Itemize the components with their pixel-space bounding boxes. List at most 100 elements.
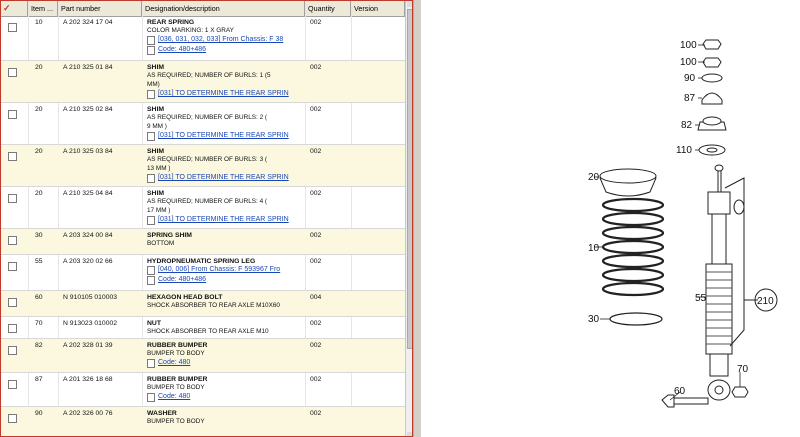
panel-splitter[interactable] <box>413 0 422 437</box>
row-checkbox[interactable] <box>8 262 17 271</box>
table-row[interactable]: 82 A 202 328 01 39 RUBBER BUMPER BUMPER TO … <box>1 339 405 373</box>
footnote-link[interactable]: Code: 480 <box>147 392 303 402</box>
callout-110[interactable]: 110 <box>676 145 692 156</box>
callout-100-b[interactable]: 100 <box>680 57 697 68</box>
row-checkbox[interactable] <box>8 23 17 32</box>
column-header-quantity[interactable]: Quantity <box>305 1 351 16</box>
row-checkbox[interactable] <box>8 414 17 423</box>
footnote-link[interactable]: Code: 480+486 <box>147 45 303 55</box>
table-row[interactable]: 20 A 210 325 04 84 SHIM AS REQUIRED; NUMBER… <box>1 187 405 229</box>
item-number: 70 <box>35 320 43 327</box>
footnote-link[interactable]: Code: 480 <box>147 358 303 368</box>
designation-title: HYDROPNEUMATIC SPRING LEG <box>147 258 256 265</box>
part-30-spring-shim <box>609 312 663 326</box>
footnote-link[interactable]: [031] TO DETERMINE THE REAR SPRIN <box>147 173 303 183</box>
footnote-link-text[interactable]: [040, 006] From Chassis: F 593967 Fro <box>158 265 280 275</box>
designation-detail: AS REQUIRED; NUMBER OF BURLS: 2 ( <box>147 114 268 121</box>
designation-cell: HYDROPNEUMATIC SPRING LEG [040, 006] From… <box>147 258 303 285</box>
designation-cell: REAR SPRING COLOR MARKING: 1 X GRAY [036, … <box>147 19 303 55</box>
table-row[interactable]: 20 A 210 325 01 84 SHIM AS REQUIRED; NUMBER… <box>1 61 405 103</box>
vertical-scrollbar[interactable] <box>405 1 412 436</box>
row-checkbox[interactable] <box>8 152 17 161</box>
designation-cell: HEXAGON HEAD BOLT SHOCK ABSORBER TO REAR … <box>147 294 303 310</box>
table-row[interactable]: 20 A 210 325 02 84 SHIM AS REQUIRED; NUMBER… <box>1 103 405 145</box>
column-header-check[interactable]: ✓ <box>1 1 28 16</box>
quantity-value: 002 <box>310 232 322 239</box>
designation-detail: 13 MM ) <box>147 165 171 172</box>
footnote-link-text[interactable]: [031] TO DETERMINE THE REAR SPRIN <box>158 215 289 225</box>
callout-210[interactable]: 210 <box>757 296 774 307</box>
callout-100-a[interactable]: 100 <box>680 40 697 51</box>
designation-cell: RUBBER BUMPER BUMPER TO BODY Code: 480 <box>147 342 303 368</box>
footnote-link-text[interactable]: Code: 480+486 <box>158 45 206 55</box>
designation-title: NUT <box>147 320 161 327</box>
column-header-designation[interactable]: Designation/description <box>142 1 305 16</box>
item-number: 87 <box>35 376 43 383</box>
designation-title: REAR SPRING <box>147 19 195 26</box>
callout-20[interactable]: 20 <box>588 172 600 183</box>
document-icon <box>147 275 155 285</box>
row-checkbox[interactable] <box>8 324 17 333</box>
footnote-link-text[interactable]: Code: 480 <box>158 392 190 402</box>
table-row[interactable]: 10 A 202 324 17 04 REAR SPRING COLOR MARKIN… <box>1 16 405 61</box>
row-checkbox[interactable] <box>8 110 17 119</box>
column-header-part-number[interactable]: Part number <box>58 1 142 16</box>
quantity-value: 002 <box>310 376 322 383</box>
footnote-link-text[interactable]: Code: 480 <box>158 358 190 368</box>
part-number: A 203 324 00 84 <box>63 232 113 239</box>
designation-title: SHIM <box>147 190 164 197</box>
quantity-value: 002 <box>310 410 322 417</box>
footnote-link[interactable]: [040, 006] From Chassis: F 593967 Fro <box>147 265 303 275</box>
designation-detail: BUMPER TO BODY <box>147 350 205 357</box>
callout-10[interactable]: 10 <box>588 243 600 254</box>
row-checkbox[interactable] <box>8 68 17 77</box>
callout-87[interactable]: 87 <box>684 93 696 104</box>
table-row[interactable]: 30 A 203 324 00 84 SPRING SHIM BOTTOM 002 <box>1 229 405 255</box>
callout-90[interactable]: 90 <box>684 73 696 84</box>
footnote-link[interactable]: [031] TO DETERMINE THE REAR SPRIN <box>147 89 303 99</box>
designation-detail: 9 MM ) <box>147 123 167 130</box>
footnote-link-text[interactable]: [031] TO DETERMINE THE REAR SPRIN <box>158 89 289 99</box>
designation-title: SHIM <box>147 64 164 71</box>
designation-cell: SPRING SHIM BOTTOM <box>147 232 303 248</box>
callout-60[interactable]: 60 <box>674 386 686 397</box>
row-checkbox[interactable] <box>8 346 17 355</box>
item-number: 20 <box>35 190 43 197</box>
parts-list-panel: ✓ Item ... Part number Designation/descr… <box>0 0 413 437</box>
table-row[interactable]: 20 A 210 325 03 84 SHIM AS REQUIRED; NUMBER… <box>1 145 405 187</box>
footnote-link-text[interactable]: Code: 480+486 <box>158 275 206 285</box>
callout-70[interactable]: 70 <box>737 364 749 375</box>
row-checkbox[interactable] <box>8 380 17 389</box>
item-number: 10 <box>35 19 43 26</box>
item-number: 30 <box>35 232 43 239</box>
callout-82[interactable]: 82 <box>681 120 693 131</box>
document-icon <box>147 265 155 275</box>
column-header-item[interactable]: Item ... <box>28 1 58 16</box>
table-row[interactable]: 60 N 910105 010003 HEXAGON HEAD BOLT SHOCK … <box>1 291 405 317</box>
table-row[interactable]: 55 A 203 320 02 66 HYDROPNEUMATIC SPRING L… <box>1 255 405 291</box>
designation-cell: SHIM AS REQUIRED; NUMBER OF BURLS: 4 (17 … <box>147 190 303 225</box>
column-header-version[interactable]: Version <box>351 1 405 16</box>
quantity-value: 002 <box>310 19 322 26</box>
footnote-link-text[interactable]: [036, 031, 032, 033] From Chassis: F 38 <box>158 35 283 45</box>
document-icon <box>147 131 155 141</box>
row-checkbox[interactable] <box>8 236 17 245</box>
footnote-link[interactable]: [036, 031, 032, 033] From Chassis: F 38 <box>147 35 303 45</box>
callout-30[interactable]: 30 <box>588 314 600 325</box>
quantity-value: 002 <box>310 148 322 155</box>
part-number: A 202 326 00 76 <box>63 410 113 417</box>
table-row[interactable]: 70 N 913023 010002 NUT SHOCK ABSORBER TO RE… <box>1 317 405 339</box>
footnote-link[interactable]: [031] TO DETERMINE THE REAR SPRIN <box>147 131 303 141</box>
designation-cell: SHIM AS REQUIRED; NUMBER OF BURLS: 3 (13 … <box>147 148 303 183</box>
table-row[interactable]: 90 A 202 326 00 76 WASHER BUMPER TO BODY 002 <box>1 407 405 436</box>
footnote-link[interactable]: Code: 480+486 <box>147 275 303 285</box>
designation-detail: BUMPER TO BODY <box>147 384 205 391</box>
footnote-link[interactable]: [031] TO DETERMINE THE REAR SPRIN <box>147 215 303 225</box>
callout-55[interactable]: 55 <box>695 293 707 304</box>
suspension-diagram: 100 100 90 87 82 110 20 10 30 55 60 70 2… <box>588 39 778 408</box>
footnote-link-text[interactable]: [031] TO DETERMINE THE REAR SPRIN <box>158 131 289 141</box>
footnote-link-text[interactable]: [031] TO DETERMINE THE REAR SPRIN <box>158 173 289 183</box>
row-checkbox[interactable] <box>8 298 17 307</box>
table-row[interactable]: 87 A 201 326 18 68 RUBBER BUMPER BUMPER TO … <box>1 373 405 407</box>
row-checkbox[interactable] <box>8 194 17 203</box>
